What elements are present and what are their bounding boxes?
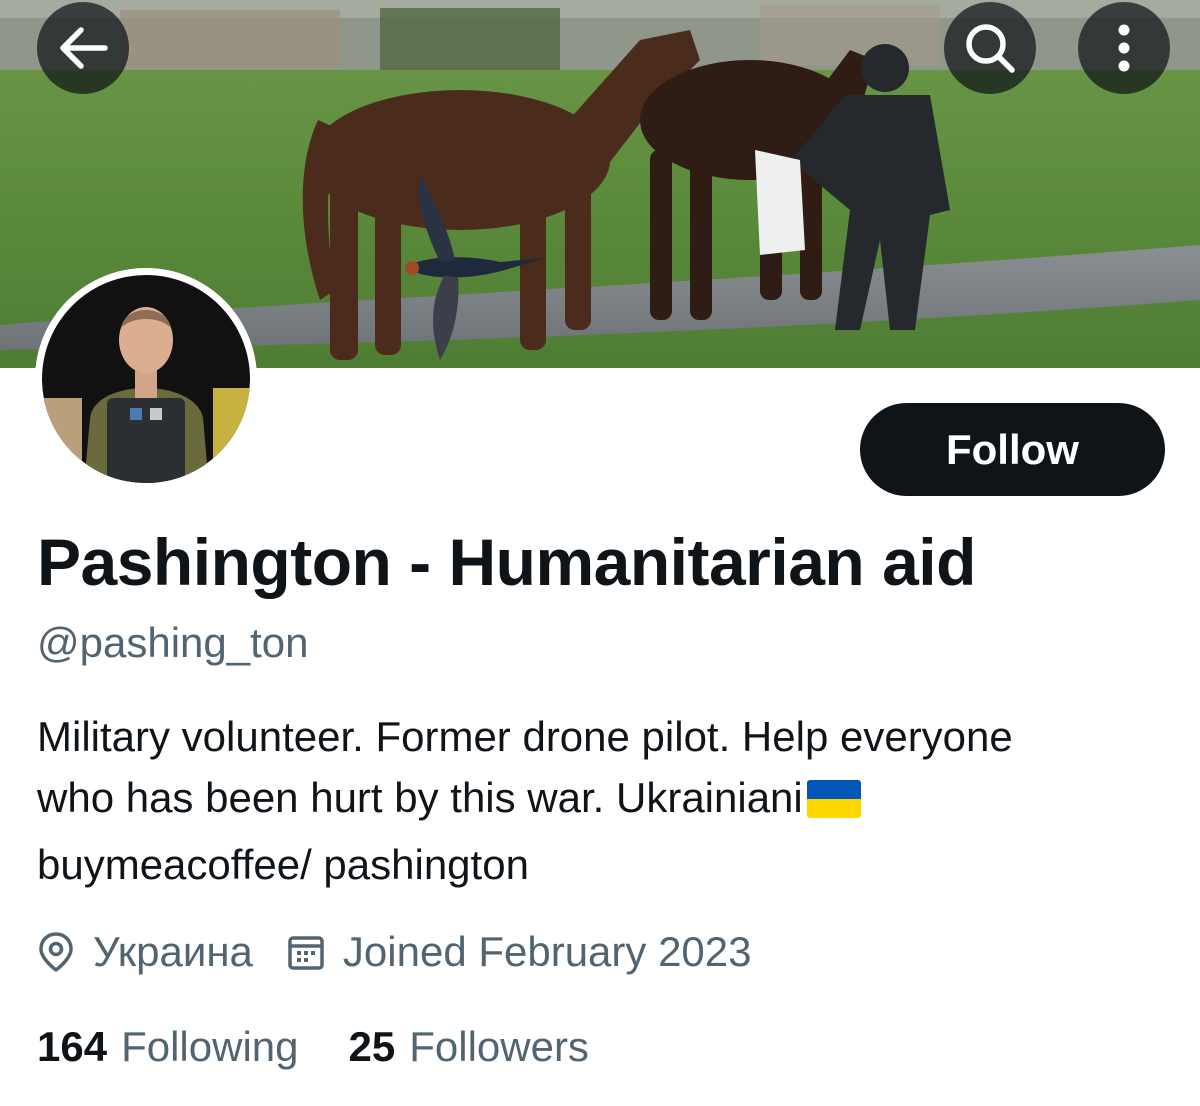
bio-line: buymeacoffee/ pashington (37, 841, 529, 888)
bio-line-text: who has been hurt by this war. Ukrainian… (37, 774, 803, 821)
profile-display-name: Pashington - Humanitarian aid (37, 525, 976, 599)
follow-button[interactable]: Follow (860, 403, 1165, 496)
arrow-left-icon (60, 27, 108, 69)
profile-meta: Украина Joined February 2023 (37, 924, 752, 980)
location-text: Украина (93, 928, 253, 975)
followers-link[interactable]: 25 Followers (349, 1020, 589, 1074)
bio-line: Military volunteer. Former drone pilot. … (37, 713, 1013, 760)
back-button[interactable] (37, 2, 129, 94)
calendar-icon (287, 933, 325, 971)
followers-count: 25 (348, 1023, 396, 1070)
profile-stats: 164 Following 25 Followers (37, 1020, 589, 1074)
profile-handle: @pashing_ton (37, 619, 309, 666)
profile-bio: Military volunteer. Former drone pilot. … (37, 706, 1177, 895)
followers-label: Followers (409, 1023, 589, 1070)
profile-avatar[interactable] (35, 268, 257, 490)
following-link[interactable]: 164 Following (37, 1020, 299, 1074)
bio-line: who has been hurt by this war. Ukrainian… (37, 767, 1177, 834)
profile-joined: Joined February 2023 (287, 928, 752, 976)
search-icon (966, 24, 1015, 73)
more-options-button[interactable] (1078, 2, 1170, 94)
search-button[interactable] (944, 2, 1036, 94)
joined-text: Joined February 2023 (342, 928, 752, 975)
more-vertical-icon (1118, 24, 1130, 72)
profile-location: Украина (37, 928, 253, 976)
following-label: Following (121, 1023, 299, 1070)
avatar-photo (35, 268, 257, 490)
location-pin-icon (37, 931, 75, 973)
following-count: 164 (37, 1023, 108, 1070)
ukraine-flag-icon (806, 773, 861, 834)
